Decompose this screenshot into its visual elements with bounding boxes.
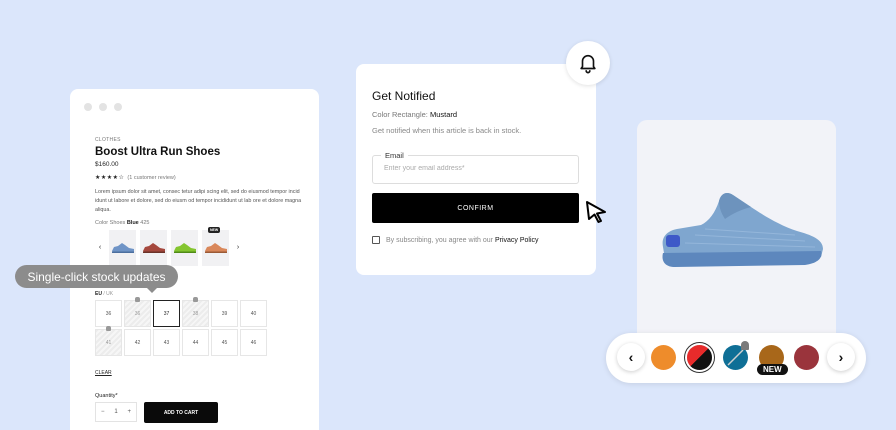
consent-label: By subscribing, you agree with our bbox=[386, 236, 493, 244]
quantity-minus-button[interactable]: − bbox=[101, 409, 105, 415]
notify-title: Get Notified bbox=[372, 89, 436, 103]
product-price: $160.00 bbox=[95, 161, 119, 168]
size-grid: 36 36 37 38 39 40 41 42 43 44 45 46 bbox=[95, 297, 267, 356]
shoe-thumb-icon bbox=[111, 243, 134, 253]
size-option[interactable]: 45 bbox=[211, 329, 238, 356]
notify-bell-icon bbox=[135, 297, 140, 302]
product-category: CLOTHES bbox=[95, 137, 121, 143]
feature-tooltip: Single-click stock updates bbox=[15, 265, 178, 293]
new-badge: NEW bbox=[757, 364, 788, 375]
confirm-button[interactable]: CONFIRM bbox=[372, 193, 579, 223]
quantity-value[interactable]: 1 bbox=[114, 409, 117, 415]
window-controls bbox=[84, 103, 122, 111]
color-swatch-bar: ‹ NEW › bbox=[606, 333, 866, 383]
mouse-cursor-icon bbox=[586, 201, 606, 223]
shoe-thumb-icon bbox=[173, 243, 196, 253]
size-option[interactable]: 39 bbox=[211, 300, 238, 327]
color-carousel: ‹ NEW › bbox=[95, 227, 243, 266]
product-description: Lorem ipsum dolor sit amet, consec tetur… bbox=[95, 189, 302, 213]
new-tag: NEW bbox=[208, 227, 221, 233]
size-option[interactable]: 43 bbox=[153, 329, 180, 356]
swatch-orange[interactable] bbox=[651, 345, 676, 370]
window-dot bbox=[114, 103, 122, 111]
size-alt: / UK bbox=[103, 291, 114, 297]
carousel-prev-button[interactable]: ‹ bbox=[95, 243, 105, 253]
size-value: 41 bbox=[105, 339, 112, 346]
color-code: 425 bbox=[140, 220, 150, 226]
consent-checkbox[interactable] bbox=[372, 236, 380, 244]
notify-bell-icon bbox=[741, 341, 749, 350]
size-label: EU / UK bbox=[95, 291, 113, 297]
review-count-link[interactable]: (1 customer review) bbox=[127, 175, 175, 181]
size-option[interactable]: 40 bbox=[240, 300, 267, 327]
size-option[interactable]: 46 bbox=[240, 329, 267, 356]
notification-bell-button[interactable] bbox=[566, 41, 610, 85]
swatch-red-black[interactable] bbox=[687, 345, 712, 370]
size-option[interactable]: 38 bbox=[182, 297, 209, 327]
color-name: Blue bbox=[126, 220, 139, 226]
clear-link[interactable]: CLEAR bbox=[95, 370, 112, 376]
color-thumb-orange[interactable]: NEW bbox=[202, 227, 229, 266]
window-dot bbox=[84, 103, 92, 111]
email-input[interactable] bbox=[384, 165, 574, 172]
shoe-thumb-icon bbox=[204, 243, 227, 253]
color-label-text: Color Shoes bbox=[95, 220, 126, 226]
product-rating: ★★★★☆ (1 customer review) bbox=[95, 174, 176, 182]
notify-color-value: Mustard bbox=[429, 110, 458, 119]
color-thumb-red[interactable] bbox=[140, 230, 167, 266]
swatch-prev-button[interactable]: ‹ bbox=[617, 343, 645, 371]
quantity-stepper: − 1 + bbox=[95, 402, 137, 422]
shoe-preview-card bbox=[637, 120, 836, 350]
bell-icon bbox=[580, 54, 596, 74]
product-window: CLOTHES Boost Ultra Run Shoes $160.00 ★★… bbox=[70, 89, 319, 430]
add-to-cart-button[interactable]: ADD TO CART bbox=[144, 402, 218, 423]
email-field: Email bbox=[372, 151, 579, 184]
carousel-next-button[interactable]: › bbox=[233, 243, 243, 253]
swatch-next-button[interactable]: › bbox=[827, 343, 855, 371]
size-option[interactable]: 44 bbox=[182, 329, 209, 356]
size-value: 38 bbox=[192, 310, 199, 317]
size-option[interactable]: 42 bbox=[124, 329, 151, 356]
size-option[interactable]: 41 bbox=[95, 326, 122, 356]
notify-bell-icon bbox=[106, 326, 111, 331]
notify-subtitle: Get notified when this article is back i… bbox=[372, 126, 522, 135]
quantity-plus-button[interactable]: + bbox=[128, 409, 132, 415]
product-title: Boost Ultra Run Shoes bbox=[95, 146, 221, 158]
color-thumb-green[interactable] bbox=[171, 230, 198, 266]
email-label: Email bbox=[381, 151, 408, 160]
window-dot bbox=[99, 103, 107, 111]
quantity-label: Quantity* bbox=[95, 393, 118, 399]
consent-text: By subscribing, you agree with our Priva… bbox=[386, 237, 539, 244]
notify-card: Get Notified Color Rectangle: Mustard Ge… bbox=[356, 64, 596, 275]
size-option-selected[interactable]: 37 bbox=[153, 300, 180, 327]
sneaker-image bbox=[662, 193, 823, 267]
size-option[interactable]: 36 bbox=[95, 300, 122, 327]
notify-color-label: Color Rectangle: bbox=[372, 110, 428, 119]
notify-bell-icon bbox=[193, 297, 198, 302]
size-option[interactable]: 36 bbox=[124, 297, 151, 327]
privacy-policy-link[interactable]: Privacy Policy bbox=[495, 237, 539, 244]
size-region: EU bbox=[95, 291, 102, 297]
consent-row: By subscribing, you agree with our Priva… bbox=[372, 236, 539, 244]
swatch-maroon[interactable] bbox=[794, 345, 819, 370]
notify-color: Color Rectangle: Mustard bbox=[372, 110, 457, 119]
size-value: 36 bbox=[134, 310, 141, 317]
shoe-thumb-icon bbox=[142, 243, 165, 253]
rating-stars: ★★★★☆ bbox=[95, 175, 125, 181]
color-label: Color Shoes Blue 425 bbox=[95, 220, 149, 226]
color-thumb-blue[interactable] bbox=[109, 230, 136, 266]
